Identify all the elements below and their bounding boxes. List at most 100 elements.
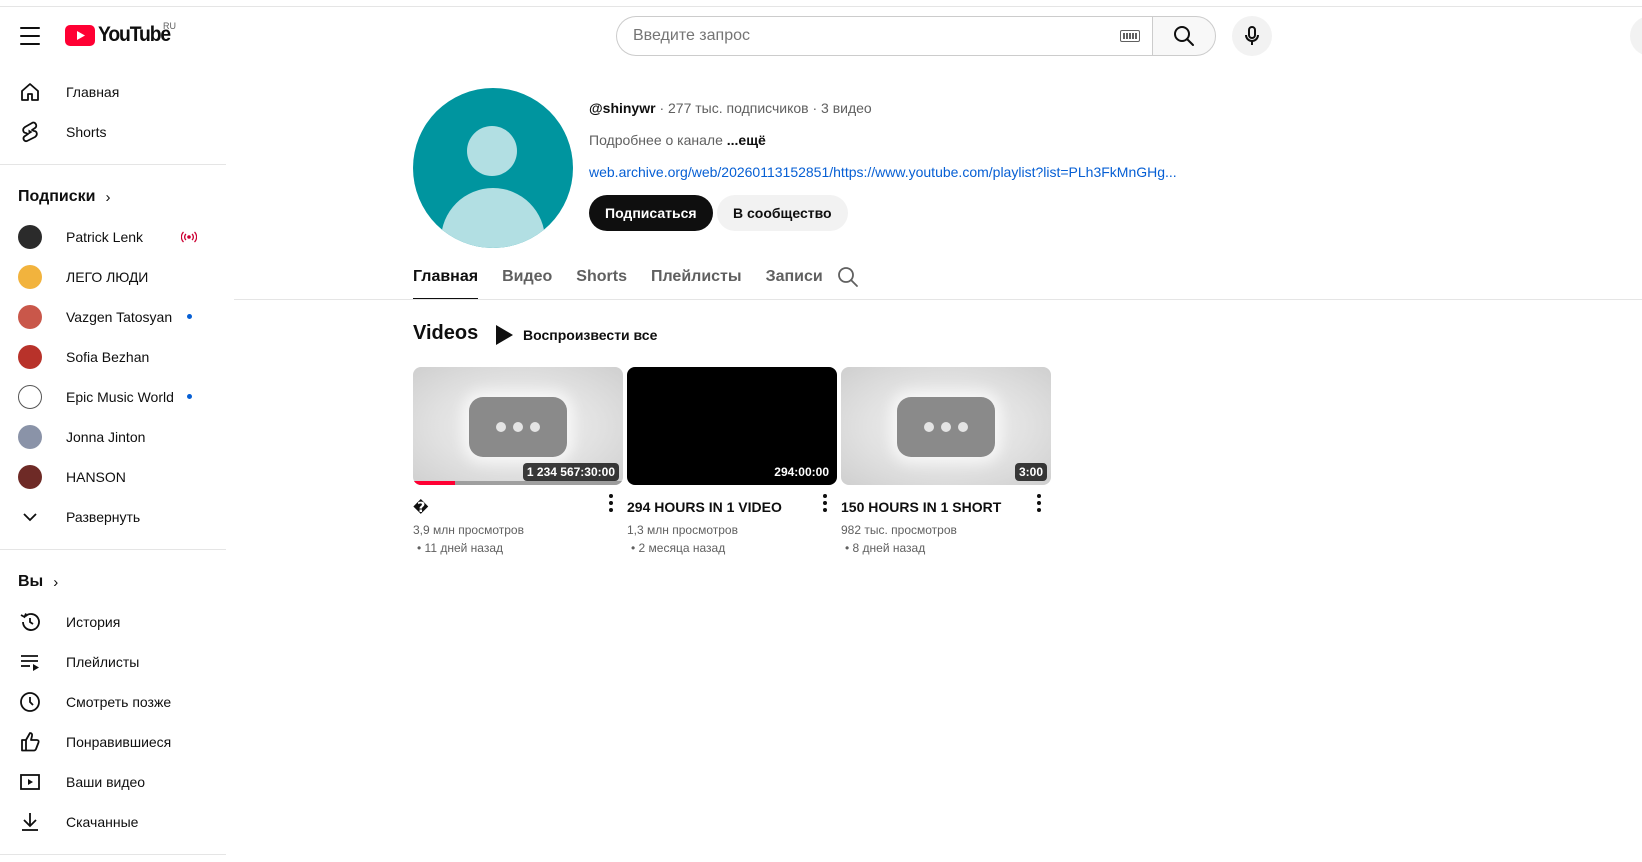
sidebar-item-downloads[interactable]: Скачанные xyxy=(0,802,226,842)
live-icon xyxy=(181,231,197,243)
thumb-up-icon xyxy=(18,730,42,754)
video-views: 982 тыс. просмотров xyxy=(841,523,957,537)
search-input[interactable] xyxy=(633,27,1120,45)
sidebar-item-history[interactable]: История xyxy=(0,602,226,642)
sidebar-subscription[interactable]: HANSON xyxy=(0,457,226,497)
masthead: YouTube RU xyxy=(0,8,1642,64)
sidebar-expand[interactable]: Развернуть xyxy=(0,497,226,537)
chevron-right-icon: › xyxy=(53,573,59,591)
download-icon xyxy=(18,810,42,834)
sidebar-item-label: HANSON xyxy=(66,469,126,485)
sidebar-item-your-videos[interactable]: Ваши видео xyxy=(0,762,226,802)
you-header[interactable]: Вы › xyxy=(0,562,226,602)
video-age: • 11 дней назад xyxy=(417,541,504,555)
video-title[interactable]: � xyxy=(413,497,623,517)
search-button[interactable] xyxy=(1152,16,1216,56)
sidebar-subscription[interactable]: Vazgen Tatosyan xyxy=(0,297,226,337)
avatar xyxy=(18,465,42,489)
subscribe-button[interactable]: Подписаться xyxy=(589,195,713,231)
sidebar-item-label: Shorts xyxy=(66,124,107,140)
tab-posts[interactable]: Записи xyxy=(766,254,823,300)
video-age: • 2 месяца назад xyxy=(631,541,726,555)
history-icon xyxy=(18,610,42,634)
watch-progress-bar xyxy=(413,481,623,485)
sidebar-subscription[interactable]: Sofia Bezhan xyxy=(0,337,226,377)
sidebar-item-label: Patrick Lenk xyxy=(66,229,144,245)
chevron-down-icon xyxy=(18,505,42,529)
sidebar-item-playlists[interactable]: Плейлисты xyxy=(0,642,226,682)
subscriptions-title: Подписки xyxy=(18,188,96,205)
channel-external-link[interactable]: web.archive.org/web/20260113152851/https… xyxy=(589,164,1177,180)
guide-menu-button[interactable] xyxy=(16,24,44,48)
video-menu-button[interactable] xyxy=(603,493,619,513)
thumbnail-placeholder-icon xyxy=(897,397,995,457)
microphone-icon xyxy=(1245,26,1259,45)
video-thumbnail[interactable]: 294:00:00 xyxy=(627,367,837,485)
sidebar-item-label: Vazgen Tatosyan xyxy=(66,309,173,325)
video-thumbnail[interactable]: 1 234 567:30:00 xyxy=(413,367,623,485)
play-icon xyxy=(496,325,513,345)
sidebar-item-shorts[interactable]: Shorts xyxy=(0,112,226,152)
more-link[interactable]: ...ещё xyxy=(727,132,766,148)
browser-top-strip xyxy=(0,0,1642,7)
subscriptions-header[interactable]: Подписки › xyxy=(0,177,226,217)
sidebar-divider xyxy=(0,549,226,550)
sidebar-item-label: Главная xyxy=(66,84,120,100)
default-avatar-head xyxy=(467,126,517,176)
menu-icon-bar xyxy=(20,27,40,29)
avatar xyxy=(18,425,42,449)
menu-icon-bar xyxy=(20,43,40,45)
play-all-button[interactable]: Воспроизвести все xyxy=(496,323,657,347)
tab-playlists[interactable]: Плейлисты xyxy=(651,254,742,300)
sidebar-item-watch-later[interactable]: Смотреть позже xyxy=(0,682,226,722)
logo-text: YouTube xyxy=(98,23,171,46)
sidebar-subscription[interactable]: Epic Music World xyxy=(0,377,226,417)
playlists-icon xyxy=(18,650,42,674)
shelf-title: Videos xyxy=(413,322,479,344)
community-button[interactable]: В сообщество xyxy=(717,195,848,231)
keyboard-icon[interactable] xyxy=(1120,30,1140,42)
sidebar-item-label: Понравившиеся xyxy=(66,734,172,750)
play-all-label: Воспроизвести все xyxy=(523,327,658,343)
video-thumbnail[interactable]: 3:00 xyxy=(841,367,1051,485)
header-action-button[interactable] xyxy=(1630,16,1642,56)
youtube-logo[interactable]: YouTube xyxy=(65,22,176,48)
video-menu-button[interactable] xyxy=(817,493,833,513)
channel-avatar[interactable] xyxy=(413,88,573,248)
channel-search-icon[interactable] xyxy=(836,265,860,289)
sidebar-divider xyxy=(0,854,226,855)
search-icon xyxy=(1174,26,1194,46)
channel-handle: @shinywr xyxy=(589,100,656,116)
channel-description[interactable]: Подробнее о канале ...ещё xyxy=(589,132,766,148)
sidebar-item-home[interactable]: Главная xyxy=(0,72,226,112)
voice-search-button[interactable] xyxy=(1232,16,1272,56)
channel-description-text: Подробнее о канале xyxy=(589,132,727,148)
chevron-right-icon: › xyxy=(105,188,111,206)
tab-home[interactable]: Главная xyxy=(413,254,479,300)
tab-shorts[interactable]: Shorts xyxy=(576,254,627,300)
new-content-dot xyxy=(187,394,192,399)
channel-stats: · 277 тыс. подписчиков · 3 видео xyxy=(655,100,872,116)
channel-tabs: Главная Видео Shorts Плейлисты Записи xyxy=(413,254,847,300)
search-bar xyxy=(616,16,1216,56)
video-menu-button[interactable] xyxy=(1031,493,1047,513)
video-title[interactable]: 294 HOURS IN 1 VIDEO xyxy=(627,497,837,517)
sidebar-item-liked[interactable]: Понравившиеся xyxy=(0,722,226,762)
video-card: 3:00 150 HOURS IN 1 SHORT 982 тыс. просм… xyxy=(841,367,1051,555)
country-code: RU xyxy=(163,21,176,31)
menu-icon-bar xyxy=(20,35,40,37)
video-title[interactable]: 150 HOURS IN 1 SHORT xyxy=(841,497,1051,517)
youtube-play-icon xyxy=(65,24,95,46)
sidebar-subscription[interactable]: Jonna Jinton xyxy=(0,417,226,457)
video-card: 294:00:00 294 HOURS IN 1 VIDEO 1,3 млн п… xyxy=(627,367,837,555)
avatar xyxy=(18,305,42,329)
your-videos-icon xyxy=(18,770,42,794)
sidebar-item-label: Скачанные xyxy=(66,814,139,830)
avatar xyxy=(18,265,42,289)
sidebar-item-label: Sofia Bezhan xyxy=(66,349,150,365)
tab-videos[interactable]: Видео xyxy=(502,254,552,300)
watch-progress-fill xyxy=(413,481,455,485)
sidebar-subscription[interactable]: Patrick Lenk xyxy=(0,217,226,257)
sidebar-subscription[interactable]: ЛЕГО ЛЮДИ xyxy=(0,257,226,297)
shorts-icon xyxy=(18,120,42,144)
